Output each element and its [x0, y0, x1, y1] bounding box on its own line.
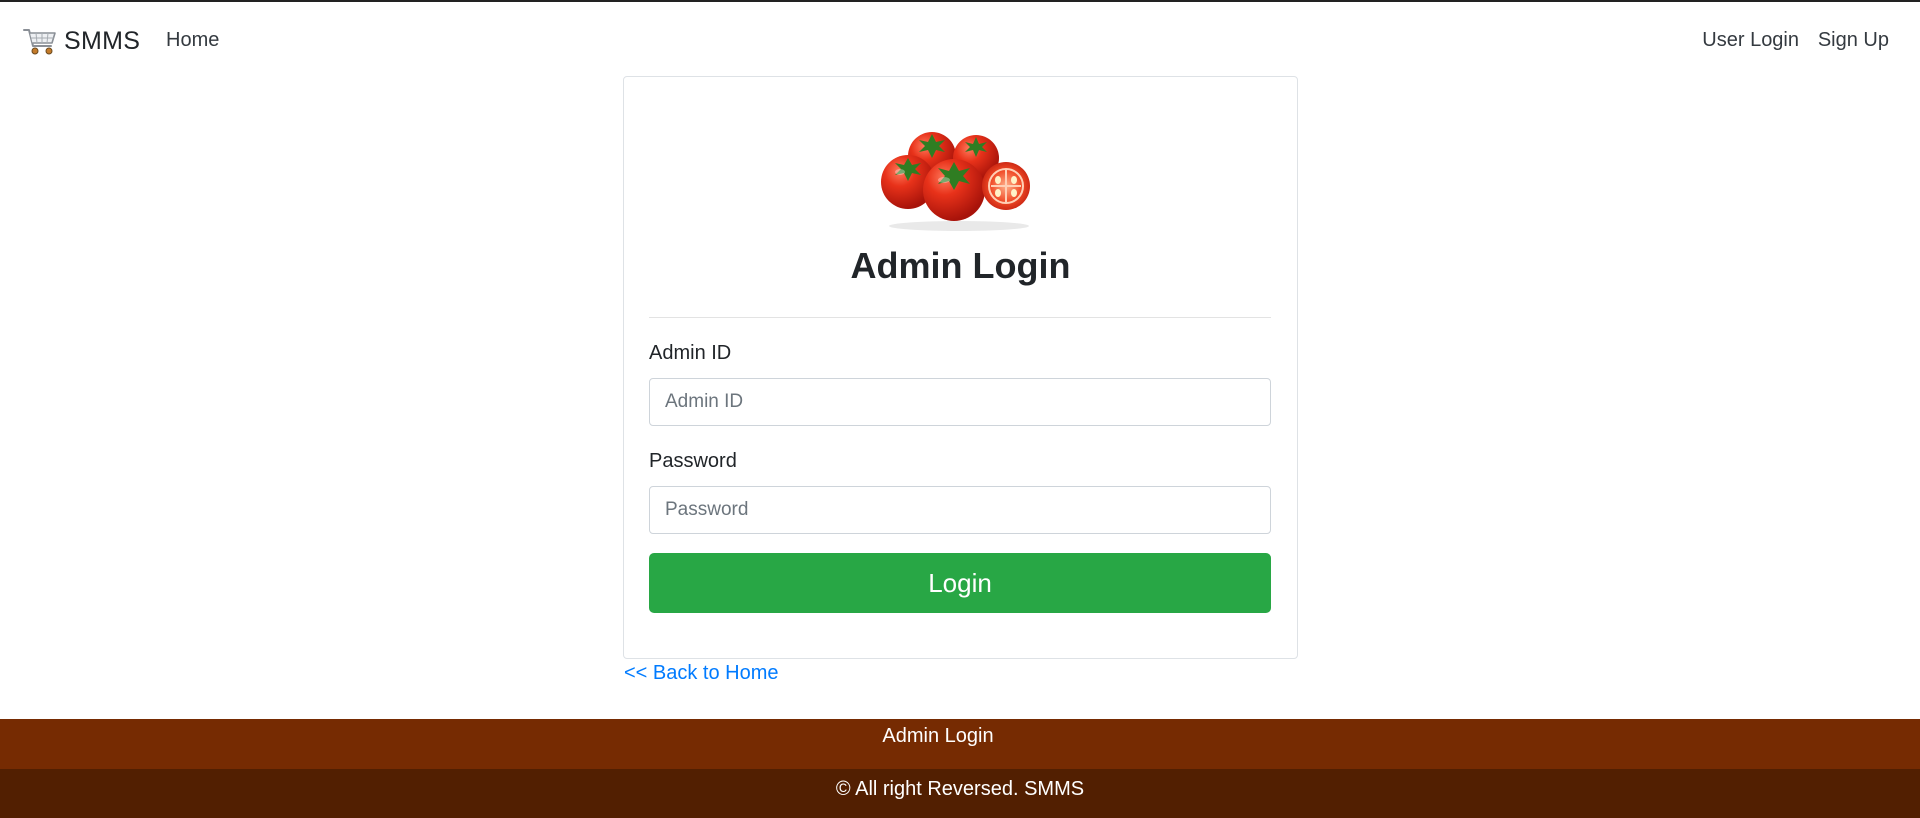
- divider: [649, 317, 1271, 318]
- tomatoes-image: [874, 118, 1044, 233]
- navbar: SMMS Home User Login Sign Up: [0, 2, 1920, 76]
- admin-login-card: Admin Login Admin ID Password Login: [623, 76, 1298, 659]
- footer-page-name: Admin Login: [882, 725, 994, 747]
- back-to-home-link[interactable]: << Back to Home: [624, 662, 779, 685]
- shopping-cart-icon: [23, 29, 56, 55]
- login-button[interactable]: Login: [649, 553, 1271, 613]
- brand-link[interactable]: SMMS: [22, 22, 140, 60]
- nav-sign-up-link[interactable]: Sign Up: [1818, 29, 1889, 52]
- footer-copyright-bar: © All right Reversed. SMMS: [0, 769, 1920, 818]
- footer-page-bar: Admin Login: [0, 719, 1920, 769]
- admin-id-input[interactable]: [649, 378, 1271, 426]
- password-input[interactable]: [649, 486, 1271, 534]
- nav-user-login-link[interactable]: User Login: [1702, 29, 1799, 52]
- footer-copyright: © All right Reversed. SMMS: [835, 778, 1085, 800]
- brand-name: SMMS: [64, 26, 141, 55]
- admin-id-label: Admin ID: [649, 342, 732, 364]
- nav-home-link[interactable]: Home: [166, 29, 219, 52]
- page-title: Admin Login: [850, 245, 1071, 286]
- password-label: Password: [649, 450, 737, 472]
